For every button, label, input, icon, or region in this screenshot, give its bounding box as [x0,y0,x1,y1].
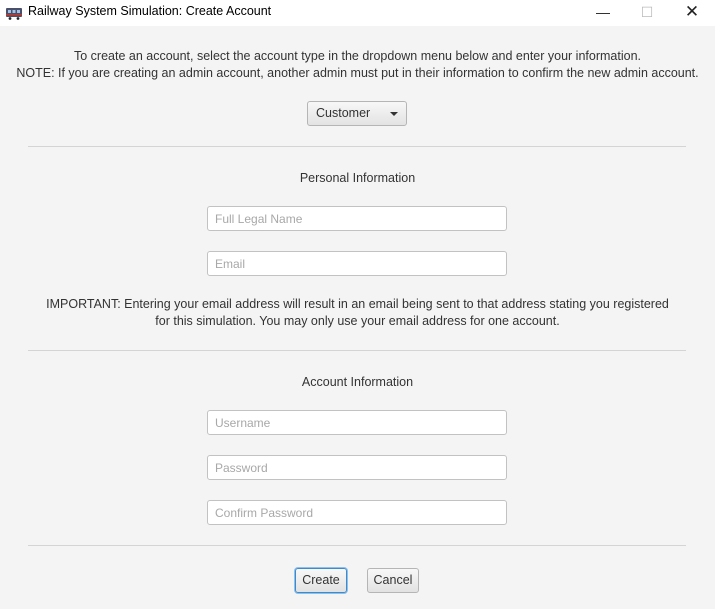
close-icon: ✕ [684,2,700,21]
cancel-button[interactable]: Cancel [367,568,419,593]
maximize-button[interactable]: ☐ [624,0,670,26]
email-notice-line-1: IMPORTANT: Entering your email address w… [46,297,669,311]
minimize-button[interactable]: — [580,0,626,26]
maximize-icon: ☐ [640,4,654,20]
create-button[interactable]: Create [295,568,347,593]
separator [28,350,686,351]
admin-note-text: NOTE: If you are creating an admin accou… [16,66,699,80]
email-notice-line-2: for this simulation. You may only use yo… [155,314,560,328]
account-type-dropdown[interactable]: Customer [307,101,407,126]
create-account-window: Railway System Simulation: Create Accoun… [0,0,715,609]
account-information-heading: Account Information [301,375,414,389]
confirm-password-input[interactable] [207,500,507,525]
dropdown-arrow-icon [390,112,398,116]
email-input[interactable] [207,251,507,276]
username-input[interactable] [207,410,507,435]
close-button[interactable]: ✕ [669,0,715,26]
separator [28,545,686,546]
full-legal-name-input[interactable] [207,206,507,231]
instructions-text: To create an account, select the account… [73,49,641,63]
train-app-icon [6,8,22,20]
title-bar[interactable]: Railway System Simulation: Create Accoun… [0,0,715,26]
personal-information-heading: Personal Information [299,171,416,185]
password-input[interactable] [207,455,507,480]
account-type-selected: Customer [316,106,371,120]
window-title: Railway System Simulation: Create Accoun… [28,4,272,18]
separator [28,146,686,147]
minimize-icon: — [596,4,610,20]
